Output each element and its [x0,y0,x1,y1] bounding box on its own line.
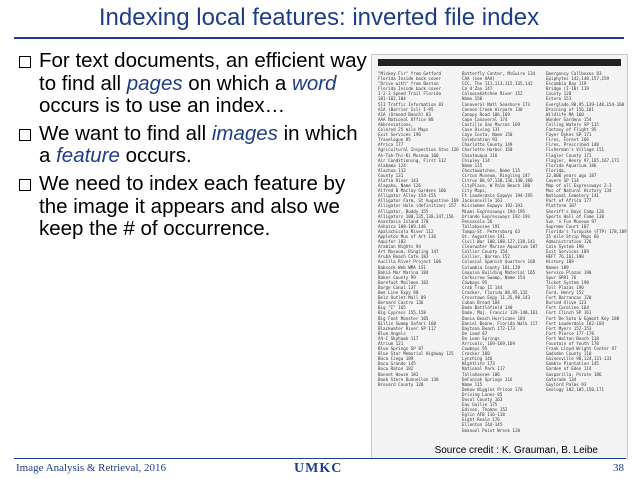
bullet-list: For text documents, an efficient way to … [18,49,370,246]
title-divider [14,37,624,39]
index-entry: Alligators 100,135,138,147,156 [378,213,454,219]
bullet-text: occurs. [119,144,192,168]
index-entry: Alligator Hole (definition) 157 [378,203,457,209]
emphasis-text: pages [126,71,183,95]
index-entry: Emanuel Point Wreck 120 [462,427,520,433]
checkbox-bullet-icon [19,178,31,191]
checkbox-bullet-icon [19,128,31,141]
source-credit: Source credit : K. Grauman, B. Leibe [434,445,598,456]
umkc-logo: UMKC [294,461,343,476]
index-entry: Flagler, Henry 97,165,167,171 [546,157,620,163]
index-column: Butterfly Center, McGuire 134 CAA (see AA… [462,71,544,433]
index-entry: Everglade,90,95,139-140,154-160 [546,101,625,107]
bullet-item: For text documents, an efficient way to … [18,49,370,118]
footer-course-label: Image Analysis & Retrieval, 2016 [16,462,166,474]
slide-title: Indexing local features: inverted file i… [98,4,540,31]
footer-divider [14,458,626,459]
bullet-text: We need to index each feature by the ima… [39,171,346,241]
index-entry: Brevard County 120 [378,381,424,387]
emphasis-text: images [211,121,278,145]
index-entry: Daniel Boone, Florida Walk 117 [462,320,538,326]
bullet-item: We want to find all images in which a fe… [18,121,370,168]
index-entry: Dade, Maj. Francis 139-140,161 [462,310,538,316]
index-entry: Colonial Spanish Quarters 168 [462,259,536,265]
index-entry: Agricultural Inspection Stns 126 [378,147,459,153]
emphasis-text: word [292,71,337,95]
index-entry: Geology 102,105,150,171 [546,386,604,392]
index-column: "Mickey Fir" from Getford Florida Inside … [378,71,460,387]
index-column: Emergency Callboxes 83 Epiphytes 142,148,… [546,71,627,392]
bullet-text: We want to find all [39,121,212,145]
index-entry: Coquina Building Material 165 [462,269,536,275]
page-number: 38 [613,462,624,474]
book-index-page-image: "Mickey Fir" from Getford Florida Inside … [371,54,628,459]
bullet-text: on which a [182,71,293,95]
index-page-header-bar [378,59,621,66]
emphasis-text: feature [56,144,120,168]
checkbox-bullet-icon [19,56,31,68]
index-entry: Fort De Soto & Egmont Key 188 [546,315,620,321]
bullet-item: We need to index each feature by the ima… [18,171,370,241]
bullet-text: occurs is to use an index… [39,94,286,118]
